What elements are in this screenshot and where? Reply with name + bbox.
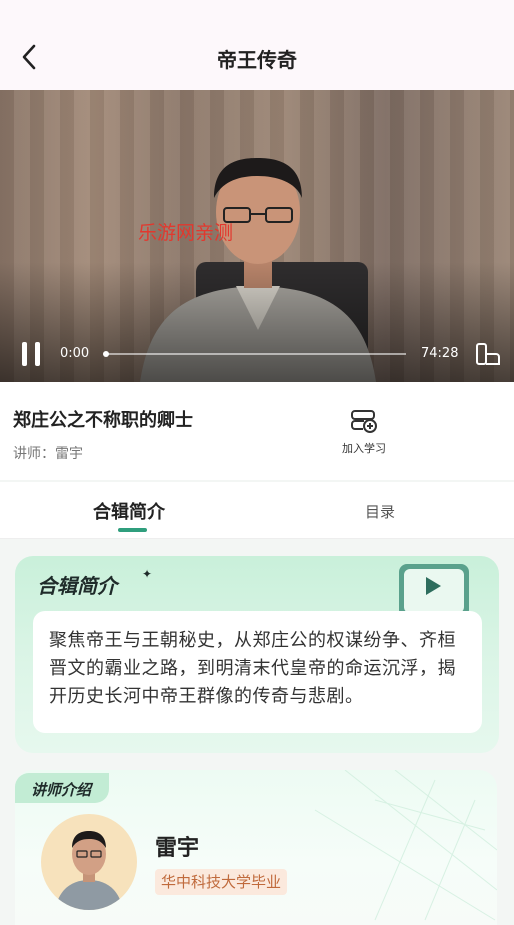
add-to-study-button[interactable]: 加入学习 — [332, 408, 396, 458]
tab-bar: 合辑简介 目录 — [0, 482, 514, 539]
episode-info: 郑庄公之不称职的卿士 讲师：雷宇 加入学习 — [0, 382, 514, 480]
lecturer-section-tag: 讲师介绍 — [15, 773, 109, 803]
current-time: 0:00 — [60, 346, 90, 361]
lecturer-photo — [55, 831, 123, 910]
lecturer-credential: 华中科技大学毕业 — [155, 869, 288, 895]
fullscreen-icon — [476, 343, 500, 365]
intro-description: 聚焦帝王与王朝秘史，从郑庄公的权谋纷争、齐桓晋文的霸业之路，到明清末代皇帝的命运… — [49, 630, 456, 707]
avatar[interactable] — [41, 814, 137, 910]
active-tab-indicator — [118, 528, 147, 532]
top-bar: 帝王传奇 — [0, 0, 514, 90]
play-icon — [399, 564, 469, 618]
sparkle-icon: ✦ — [142, 567, 153, 581]
progress-track[interactable] — [103, 351, 406, 357]
tab-catalog[interactable]: 目录 — [365, 501, 395, 522]
video-player[interactable]: 乐游网亲测 0:00 74:28 — [0, 90, 514, 382]
lecturer-tag-label: 讲师介绍 — [31, 781, 92, 799]
video-controls: 0:00 74:28 — [0, 340, 514, 368]
fullscreen-button[interactable] — [474, 342, 502, 366]
episode-title: 郑庄公之不称职的卿士 — [13, 410, 193, 431]
lecturer-line: 讲师：雷宇 — [13, 446, 83, 462]
lecturer-name: 雷宇 — [155, 836, 200, 861]
add-list-icon — [351, 410, 377, 433]
progress-knob[interactable] — [103, 351, 109, 357]
add-to-study-label: 加入学习 — [342, 442, 386, 455]
intro-card: 合辑简介 ✦ 聚焦帝王与王朝秘史，从郑庄公的权谋纷争、齐桓晋文的霸业之路，到明清… — [15, 556, 499, 753]
tab-intro[interactable]: 合辑简介 — [93, 498, 165, 524]
intro-heading: 合辑简介 — [37, 574, 117, 598]
pause-button[interactable] — [20, 342, 44, 366]
video-watermark: 乐游网亲测 — [138, 222, 234, 244]
total-time: 74:28 — [421, 346, 459, 361]
page-title: 帝王传奇 — [217, 48, 297, 72]
intro-description-box: 聚焦帝王与王朝秘史，从郑庄公的权谋纷争、齐桓晋文的霸业之路，到明清末代皇帝的命运… — [33, 611, 482, 733]
lecturer-card: 讲师介绍 雷宇 华中科技大学毕业 — [15, 770, 497, 925]
